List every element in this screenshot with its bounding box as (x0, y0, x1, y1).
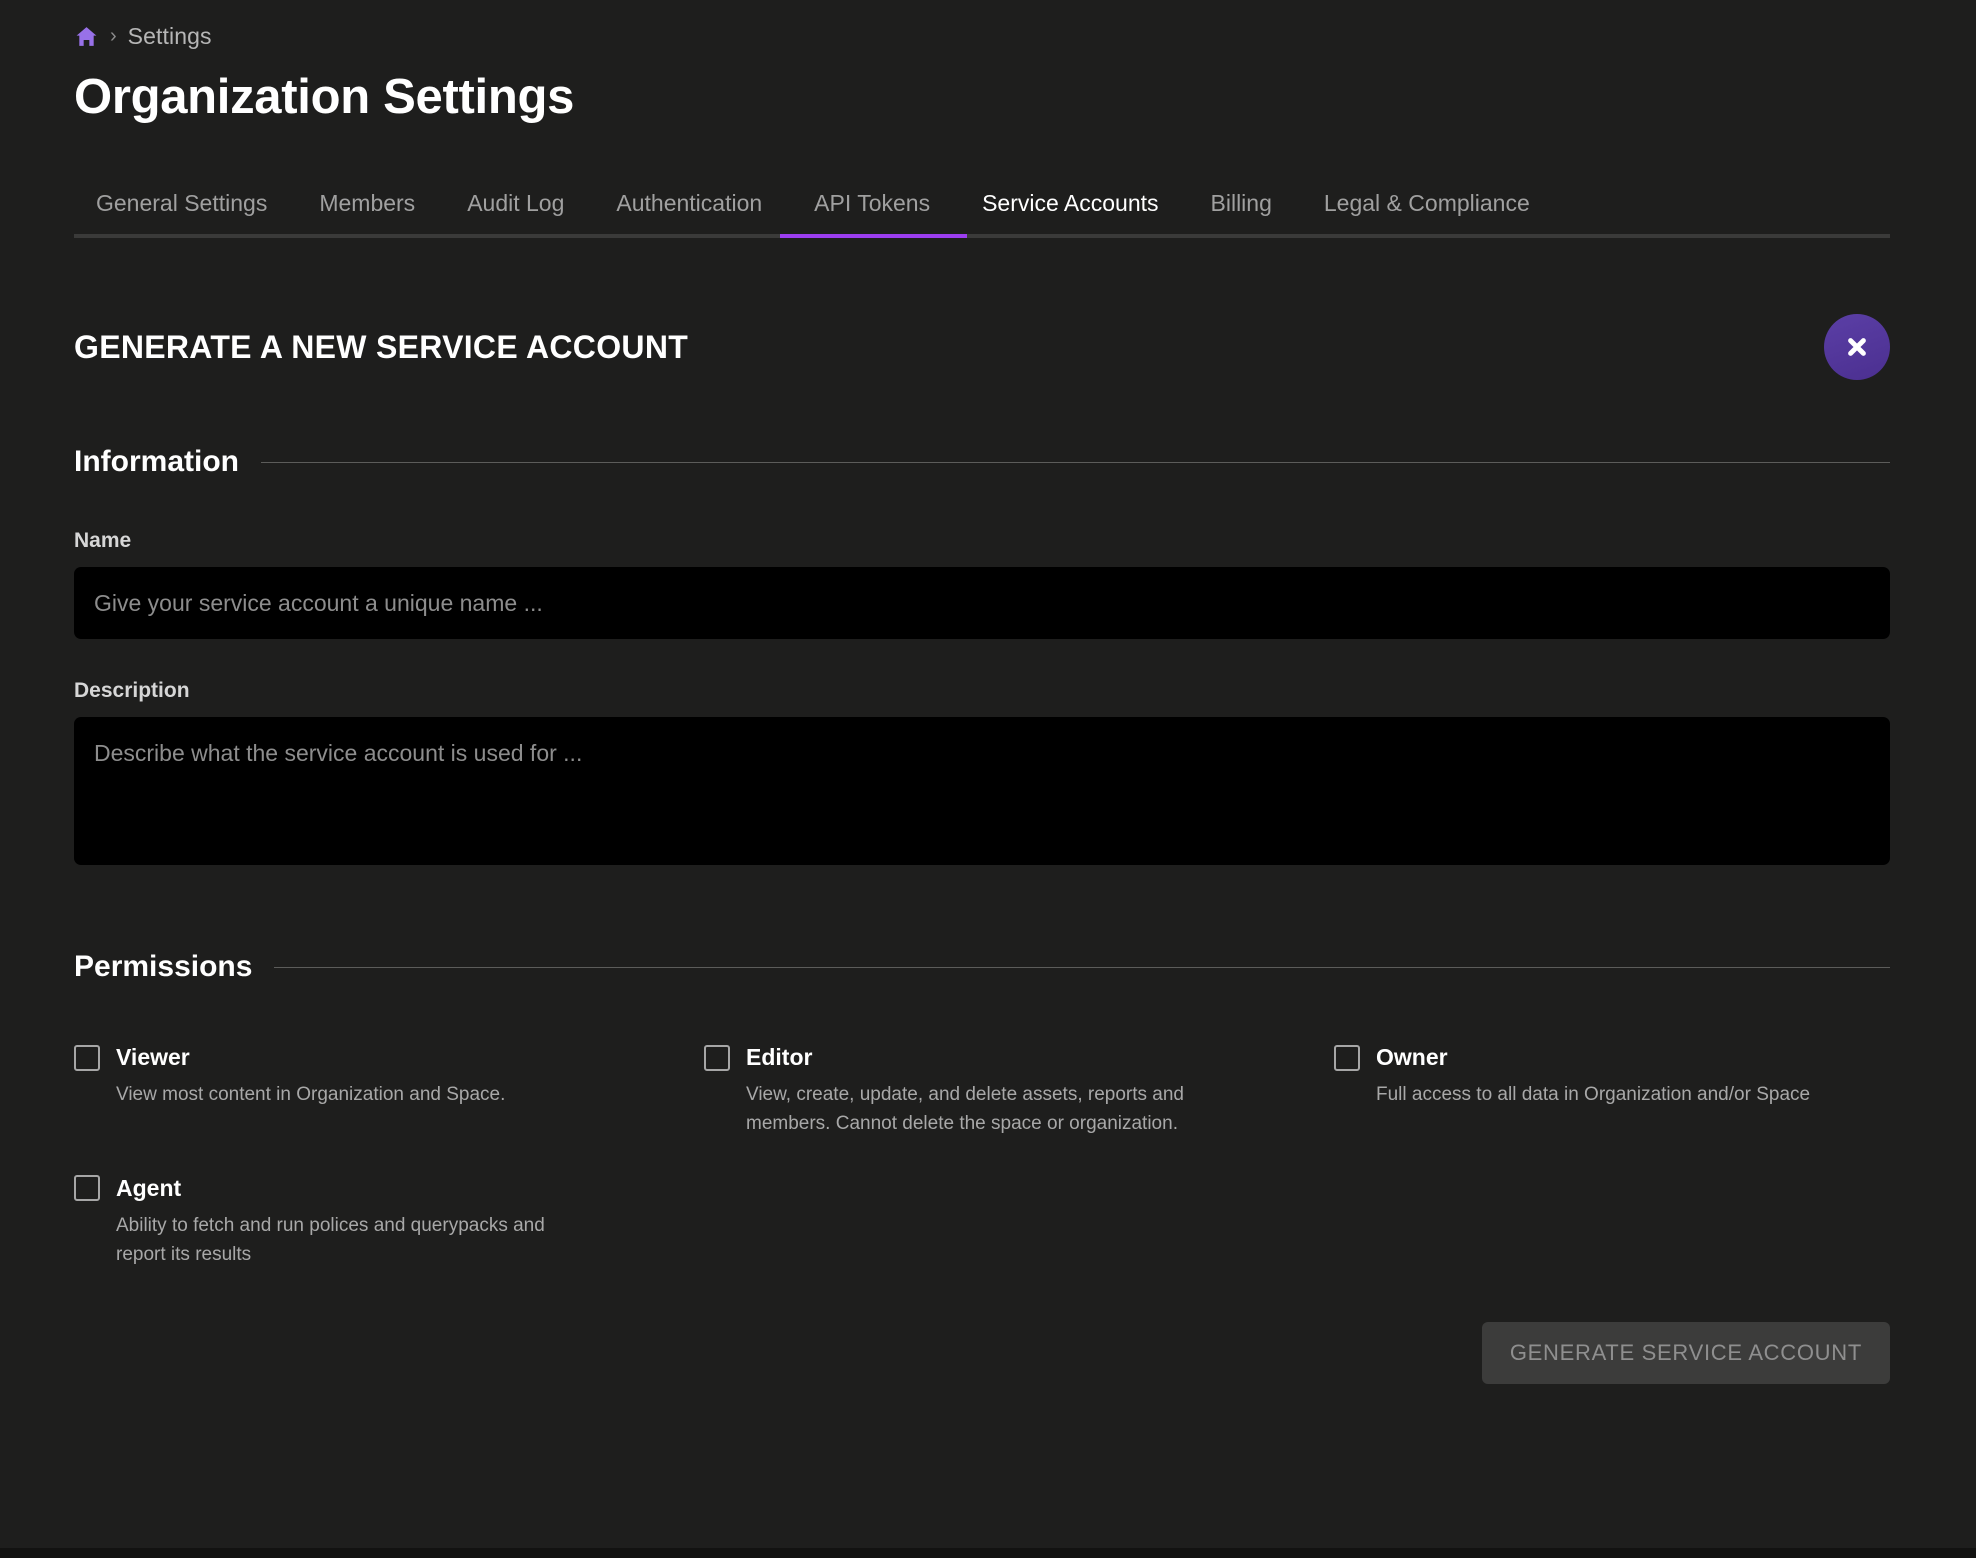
page-title: Organization Settings (74, 70, 575, 124)
tab-api-tokens[interactable]: API Tokens (788, 188, 956, 218)
description-field-group: Description (74, 679, 1902, 870)
tab-members[interactable]: Members (293, 188, 441, 218)
permission-label-agent: Agent (116, 1174, 182, 1201)
close-icon[interactable] (1824, 314, 1890, 380)
permission-item-owner: Owner Full access to all data in Organiz… (1334, 1044, 1890, 1139)
permission-description-editor: View, create, update, and delete assets,… (746, 1084, 1184, 1135)
permission-label-viewer: Viewer (116, 1044, 190, 1070)
tab-underline-track (74, 234, 1890, 238)
permission-description-viewer: View most content in Organization and Sp… (116, 1084, 506, 1105)
checkbox-agent[interactable] (74, 1175, 100, 1202)
tab-bar: General Settings Members Audit Log Authe… (74, 172, 1890, 238)
checkbox-owner[interactable] (1334, 1044, 1360, 1071)
permission-item-editor: Editor View, create, update, and delete … (704, 1044, 1334, 1139)
permissions-section-header: Permissions (74, 950, 1890, 984)
tab-list: General Settings Members Audit Log Authe… (74, 172, 1890, 218)
permission-description-agent: Ability to fetch and run polices and que… (116, 1214, 545, 1266)
permissions-grid: Viewer View most content in Organization… (74, 1044, 1890, 1270)
section-divider (261, 461, 1890, 463)
permission-header: Agent (74, 1175, 664, 1202)
name-input[interactable] (74, 567, 1890, 639)
bottom-strip (0, 1548, 1976, 1558)
permission-item-agent: Agent Ability to fetch and run polices a… (74, 1175, 704, 1270)
checkbox-editor[interactable] (704, 1044, 730, 1071)
tab-general-settings[interactable]: General Settings (74, 188, 293, 218)
permissions-section-title: Permissions (74, 950, 253, 983)
organization-settings-page: › Settings Organization Settings General… (0, 0, 1976, 1558)
section-divider (274, 966, 1890, 968)
home-icon[interactable] (74, 24, 99, 49)
permission-header: Viewer (74, 1044, 664, 1071)
page-content: › Settings Organization Settings General… (0, 0, 1976, 1384)
panel-header: GENERATE A NEW SERVICE ACCOUNT (74, 314, 1890, 380)
checkbox-viewer[interactable] (74, 1044, 100, 1071)
permission-label-owner: Owner (1376, 1044, 1448, 1070)
tab-audit-log[interactable]: Audit Log (441, 188, 590, 218)
panel-footer: GENERATE SERVICE ACCOUNT (74, 1321, 1890, 1384)
name-field-group: Name (74, 529, 1902, 639)
name-label: Name (74, 529, 132, 552)
panel-title: GENERATE A NEW SERVICE ACCOUNT (74, 328, 689, 365)
tab-active-indicator (780, 234, 967, 238)
tab-authentication[interactable]: Authentication (590, 188, 788, 218)
breadcrumb-item-settings[interactable]: Settings (128, 23, 212, 50)
permission-item-viewer: Viewer View most content in Organization… (74, 1044, 704, 1139)
permission-header: Editor (704, 1044, 1294, 1071)
information-section-title: Information (74, 445, 239, 478)
breadcrumb-separator: › (110, 25, 117, 47)
permission-description-owner: Full access to all data in Organization … (1376, 1084, 1811, 1105)
permission-label-editor: Editor (746, 1044, 813, 1070)
tab-billing[interactable]: Billing (1185, 188, 1298, 218)
tab-legal-compliance[interactable]: Legal & Compliance (1298, 188, 1556, 218)
tab-service-accounts[interactable]: Service Accounts (956, 188, 1184, 218)
description-textarea[interactable] (74, 717, 1890, 865)
breadcrumb: › Settings (74, 0, 1902, 49)
information-section-header: Information (74, 445, 1890, 479)
generate-service-account-button[interactable]: GENERATE SERVICE ACCOUNT (1481, 1321, 1890, 1384)
permission-header: Owner (1334, 1044, 1850, 1071)
description-label: Description (74, 679, 190, 702)
